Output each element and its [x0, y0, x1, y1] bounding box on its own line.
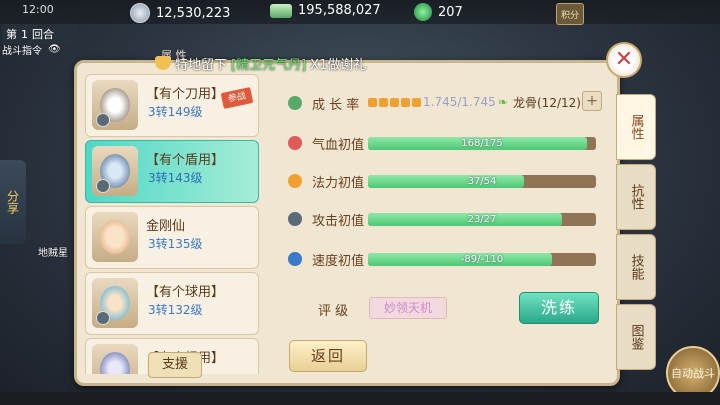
hp-icon: [288, 136, 302, 150]
banner-prefix: 特地留下: [175, 57, 228, 73]
stat-row-hp: 气血初值 168/175: [288, 135, 608, 153]
silver-counter: 12,530,223: [130, 3, 230, 23]
stat-bar: 37/54: [368, 175, 596, 188]
banner-suffix: X1做谢礼: [310, 57, 367, 73]
pet-name: 金刚仙: [146, 219, 186, 234]
stat-label: 攻击初值: [312, 214, 365, 229]
add-bone-button[interactable]: +: [582, 91, 602, 111]
support-button[interactable]: 支援: [148, 352, 202, 378]
stat-row-attack: 攻击初值 23/27: [288, 211, 608, 229]
pet-level: 3转135级: [148, 237, 203, 251]
pet-item[interactable]: 金刚仙 3转135级: [85, 206, 259, 269]
jade-counter: 207: [414, 3, 463, 21]
growth-value: 1.745/1.745: [423, 95, 496, 109]
battle-command-button[interactable]: 战斗指令 👁: [2, 42, 61, 57]
tab-skills[interactable]: 技能: [616, 234, 656, 300]
stat-value: -89/-110: [460, 254, 504, 265]
rating-value: 妙领天机: [369, 297, 447, 319]
tab-attributes[interactable]: 属性: [616, 94, 656, 160]
close-icon: ✕: [614, 47, 634, 72]
cash-counter: 195,588,027: [270, 3, 381, 18]
stat-label: 气血初值: [312, 138, 365, 153]
ally-name: 地贼星: [38, 248, 68, 259]
stat-label: 速度初值: [312, 254, 365, 269]
pet-list[interactable]: 【有个刀用】 3转149级 参战 【有个盾用】 3转143级 金刚仙 3转135…: [85, 74, 260, 374]
pet-level: 3转143级: [148, 171, 203, 185]
stat-value: 168/175: [461, 138, 503, 149]
pet-name: 【有个球用】: [146, 285, 225, 300]
pet-level: 3转149级: [148, 105, 203, 119]
share-button[interactable]: 分享: [0, 160, 26, 244]
top-status-bar: 12:00 12,530,223 195,588,027 207 积分: [0, 0, 720, 25]
lock-icon: [96, 179, 110, 193]
eye-icon: 👁: [48, 44, 61, 55]
pet-avatar: [92, 146, 138, 196]
stat-row-speed: 速度初值 -89/-110: [288, 251, 608, 269]
pet-avatar: [92, 278, 138, 328]
growth-icon: [288, 96, 302, 110]
silver-amount: 12,530,223: [156, 5, 231, 21]
cash-icon: [270, 3, 292, 18]
mp-icon: [288, 174, 302, 188]
speed-icon: [288, 252, 302, 266]
battle-tag: 参战: [220, 87, 254, 109]
pet-item[interactable]: 【有个刀用】 3转149级 参战: [85, 74, 259, 137]
pet-item[interactable]: 【有个球用】 3转132级: [85, 272, 259, 335]
lock-icon: [96, 113, 110, 127]
round-suffix: 回合: [32, 28, 54, 41]
jade-amount: 207: [438, 4, 463, 20]
feast-icon: 积分: [556, 3, 584, 25]
round-number: 1: [21, 27, 28, 41]
lock-icon: [96, 311, 110, 325]
round-indicator: 第 1 回合: [2, 24, 78, 44]
pet-level: 3转132级: [148, 303, 203, 317]
stat-bar: 168/175: [368, 137, 596, 150]
back-button[interactable]: 返回: [289, 340, 367, 372]
stat-row-mp: 法力初值 37/54: [288, 173, 608, 191]
pet-item-selected[interactable]: 【有个盾用】 3转143级: [85, 140, 259, 203]
pet-name: 【有个盾用】: [146, 153, 225, 168]
growth-label: 成 长 率: [312, 98, 360, 113]
pet-name: 【有个刀用】: [146, 87, 225, 102]
banner-item[interactable]: [精卫元气丹]: [231, 54, 306, 73]
bottom-bar: [0, 392, 720, 405]
pet-avatar: [92, 80, 138, 130]
pet-avatar: [92, 212, 138, 262]
stat-value: 37/54: [467, 176, 497, 187]
round-prefix: 第: [6, 28, 17, 41]
silver-coin-icon: [130, 3, 150, 23]
stat-bar: -89/-110: [368, 253, 596, 266]
tab-codex[interactable]: 图鉴: [616, 304, 656, 370]
leaf-icon: ❧: [497, 95, 508, 109]
chat-banner: 特地留下 [精卫元气丹] X1做谢礼: [155, 53, 366, 73]
stat-label: 法力初值: [312, 176, 365, 191]
growth-row: 成 长 率 1.745/1.745 ❧ 龙骨(12/12) +: [288, 91, 608, 113]
wash-button[interactable]: 洗练: [519, 292, 599, 324]
dragon-bone-label: 龙骨(12/12): [513, 96, 581, 110]
growth-value-box: 1.745/1.745 ❧: [368, 95, 508, 109]
rating-label: 评 级: [318, 304, 349, 319]
battle-command-label: 战斗指令: [2, 46, 42, 57]
tab-resistance[interactable]: 抗性: [616, 164, 656, 230]
feast-button[interactable]: 积分: [556, 3, 584, 25]
sword-icon: [288, 212, 302, 226]
cash-amount: 195,588,027: [298, 3, 381, 18]
jade-icon: [414, 3, 432, 21]
stat-bar: 23/27: [368, 213, 596, 226]
pet-avatar: [92, 344, 138, 374]
stat-value: 23/27: [467, 214, 497, 225]
clock: 12:00: [22, 3, 54, 16]
close-button[interactable]: ✕: [606, 42, 642, 78]
bell-icon: [155, 56, 171, 70]
